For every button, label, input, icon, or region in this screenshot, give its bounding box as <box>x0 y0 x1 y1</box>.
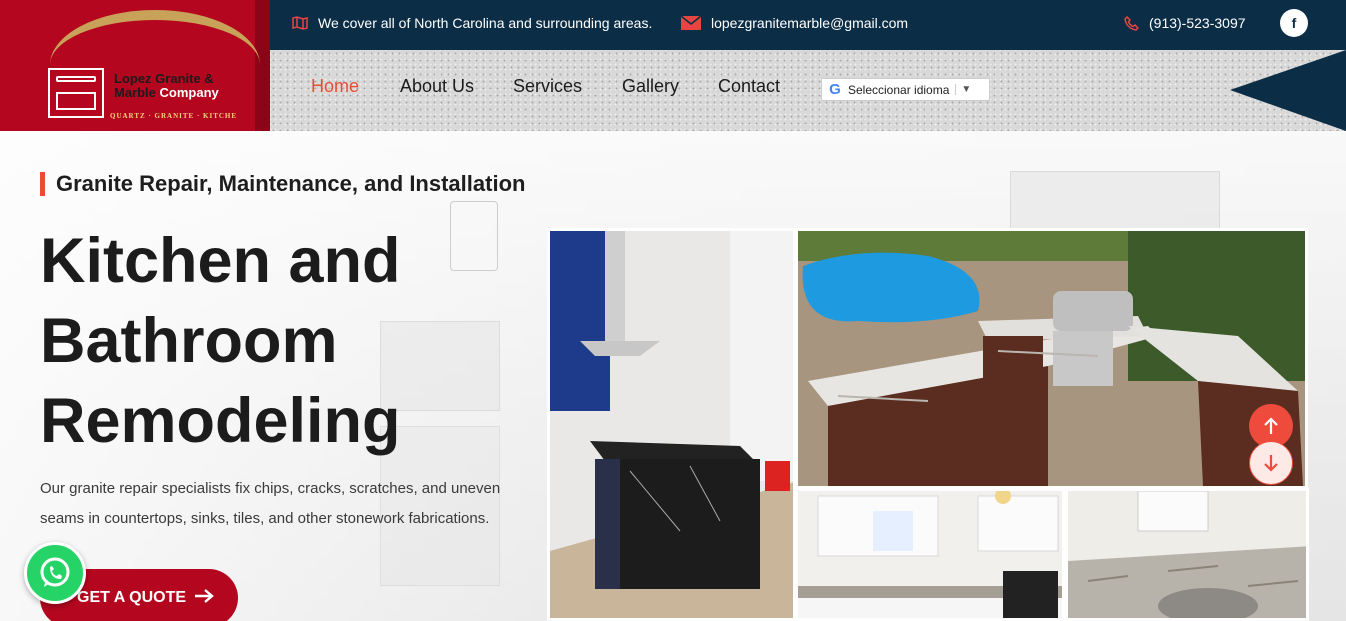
logo-line1: Lopez Granite & <box>114 71 214 86</box>
gallery-photo-white-kitchen[interactable] <box>795 488 1065 621</box>
get-a-quote-label: GET A QUOTE <box>77 589 187 606</box>
envelope-icon <box>681 16 701 30</box>
nav-home[interactable]: Home <box>311 76 359 97</box>
phone-icon <box>1124 15 1139 31</box>
email-link[interactable]: lopezgranitemarble@gmail.com <box>681 0 908 46</box>
hero-subtitle: Granite Repair, Maintenance, and Install… <box>40 172 525 196</box>
hero-description: Our granite repair specialists fix chips… <box>40 480 501 527</box>
facebook-icon[interactable]: f <box>1280 9 1308 37</box>
top-bar: We cover all of North Carolina and surro… <box>270 0 1346 50</box>
arrow-right-icon <box>194 588 214 608</box>
phone-text[interactable]: (913)-523-3097 <box>1149 15 1246 31</box>
logo-name: Lopez Granite & Marble Company <box>114 71 264 101</box>
hero-headline: Kitchen and Bathroom Remodeling <box>40 226 401 456</box>
phone-link[interactable]: (913)-523-3097 <box>1124 0 1246 46</box>
nav-gallery[interactable]: Gallery <box>622 76 679 97</box>
arrow-up-icon <box>1264 417 1278 434</box>
language-select-label: Seleccionar idioma <box>848 82 950 97</box>
hero-section: Granite Repair, Maintenance, and Install… <box>0 131 1346 621</box>
language-select[interactable]: G Seleccionar idioma ▼ <box>821 78 990 101</box>
coverage-info: We cover all of North Carolina and surro… <box>292 0 652 46</box>
nav-contact[interactable]: Contact <box>718 76 780 97</box>
kitchen-icon <box>48 68 104 118</box>
scroll-down-button[interactable] <box>1249 441 1293 485</box>
nav-services[interactable]: Services <box>513 76 582 97</box>
nav-decor-flag <box>1230 50 1346 131</box>
gallery-photo-island[interactable] <box>547 228 796 621</box>
coverage-text: We cover all of North Carolina and surro… <box>318 15 653 31</box>
page: Lopez Granite & Marble Company QUARTZ · … <box>0 0 1346 621</box>
whatsapp-icon[interactable] <box>24 542 86 604</box>
nav-about-us[interactable]: About Us <box>400 76 474 97</box>
main-nav: Home About Us Services Gallery Contact G… <box>270 50 1346 131</box>
email-text[interactable]: lopezgranitemarble@gmail.com <box>711 15 908 31</box>
google-icon: G <box>829 81 841 98</box>
gallery-photo-outdoor-kitchen[interactable] <box>795 228 1308 489</box>
chevron-down-icon: ▼ <box>955 84 971 95</box>
gallery-photo-sink[interactable] <box>1065 488 1309 621</box>
logo[interactable]: Lopez Granite & Marble Company QUARTZ · … <box>0 0 270 131</box>
map-icon <box>292 16 308 30</box>
arrow-down-icon <box>1264 455 1278 472</box>
logo-tagline: QUARTZ · GRANITE · KITCHE <box>110 112 238 120</box>
